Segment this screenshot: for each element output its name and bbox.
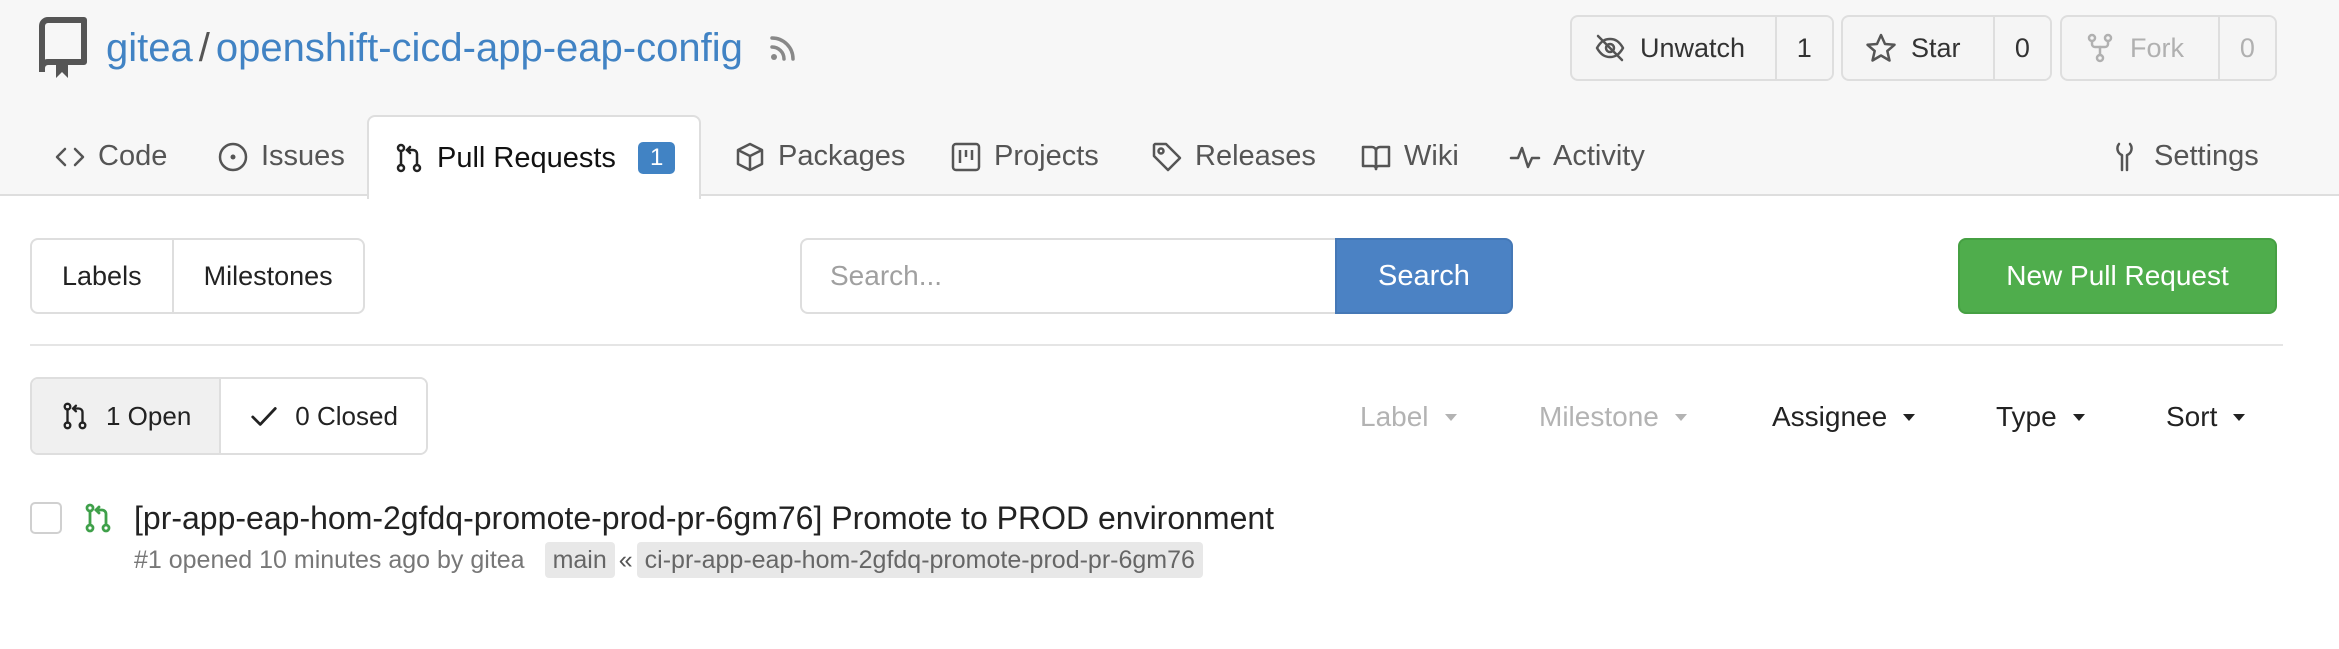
repo-tabs: Code Issues Pull Requests 1 Packages Pro…: [0, 115, 2339, 199]
chevron-down-icon: [1444, 413, 1457, 421]
sort-label: Sort: [2166, 401, 2218, 432]
open-prs-tab[interactable]: 1 Open: [32, 379, 220, 453]
closed-prs-tab[interactable]: 0 Closed: [219, 379, 426, 453]
book-icon: [1361, 145, 1391, 170]
chevron-down-icon: [1903, 413, 1916, 421]
pr-title-link[interactable]: [pr-app-eap-hom-2gfdq-promote-prod-pr-6g…: [134, 496, 1274, 540]
labels-button[interactable]: Labels: [32, 240, 172, 312]
package-icon: [736, 142, 764, 171]
label-filter-label: Label: [1360, 401, 1429, 432]
pulse-icon: [1509, 146, 1541, 168]
pull-request-icon: [396, 143, 422, 173]
chevron-down-icon: [2233, 413, 2246, 421]
labels-milestones-group: Labels Milestones: [30, 238, 365, 314]
tab-wiki-label: Wiki: [1404, 140, 1459, 172]
sort-dropdown[interactable]: Sort: [2166, 398, 2246, 436]
search-input[interactable]: [800, 238, 1337, 314]
type-filter-label: Type: [1996, 401, 2057, 432]
forks-count[interactable]: 0: [2217, 17, 2275, 79]
tab-packages-label: Packages: [778, 140, 906, 172]
fork-button[interactable]: Fork: [2062, 17, 2218, 79]
tag-icon: [1152, 142, 1182, 171]
fork-icon: [2087, 33, 2113, 63]
star-icon: [1866, 33, 1896, 62]
tab-wiki[interactable]: Wiki: [1360, 115, 1459, 198]
open-prs-label: 1 Open: [106, 400, 192, 431]
head-branch-label[interactable]: ci-pr-app-eap-hom-2gfdq-promote-prod-pr-…: [636, 542, 1203, 578]
type-filter-dropdown[interactable]: Type: [1996, 398, 2085, 436]
code-icon: [55, 147, 85, 166]
repo-name-link[interactable]: openshift-cicd-app-eap-config: [216, 22, 743, 74]
tab-activity[interactable]: Activity: [1509, 115, 1645, 198]
repo-icon: [36, 16, 90, 80]
tab-pull-requests-label: Pull Requests: [437, 141, 616, 174]
milestones-button[interactable]: Milestones: [171, 240, 363, 312]
tab-projects-label: Projects: [994, 140, 1099, 172]
tab-code[interactable]: Code: [54, 115, 167, 198]
unwatch-button-group: Unwatch 1: [1570, 15, 1834, 81]
fork-button-group: Fork 0: [2060, 15, 2277, 81]
milestone-filter-dropdown[interactable]: Milestone: [1539, 398, 1687, 436]
branch-arrow: «: [618, 546, 633, 574]
pull-request-item: [pr-app-eap-hom-2gfdq-promote-prod-pr-6g…: [30, 500, 2283, 590]
repo-header: gitea / openshift-cicd-app-eap-config Un…: [0, 0, 2339, 199]
project-icon: [951, 142, 981, 171]
pull-request-icon: [82, 502, 114, 534]
chevron-down-icon: [1674, 413, 1687, 421]
star-button[interactable]: Star: [1843, 17, 1993, 79]
pull-request-icon: [63, 402, 87, 430]
tab-issues[interactable]: Issues: [217, 115, 345, 198]
repo-title: gitea / openshift-cicd-app-eap-config: [106, 22, 801, 74]
assignee-filter-label: Assignee: [1772, 401, 1888, 432]
star-label: Star: [1911, 32, 1961, 63]
tab-settings[interactable]: Settings: [2110, 115, 2259, 198]
watchers-count[interactable]: 1: [1774, 17, 1832, 79]
base-branch-label[interactable]: main: [544, 542, 615, 578]
unwatch-label: Unwatch: [1640, 32, 1746, 63]
tab-packages[interactable]: Packages: [734, 115, 905, 198]
tab-pull-requests[interactable]: Pull Requests 1: [367, 115, 702, 199]
unwatch-button[interactable]: Unwatch: [1572, 17, 1775, 79]
tab-issues-label: Issues: [261, 140, 345, 172]
new-pull-request-button[interactable]: New Pull Request: [1958, 238, 2277, 314]
tools-icon: [2116, 142, 2133, 171]
rss-icon[interactable]: [765, 30, 801, 66]
tab-code-label: Code: [98, 140, 168, 172]
issue-icon: [218, 142, 248, 171]
fork-label: Fork: [2130, 32, 2184, 63]
divider: [30, 344, 2283, 346]
tab-projects[interactable]: Projects: [950, 115, 1099, 198]
pull-requests-count-badge: 1: [637, 142, 676, 174]
stars-count[interactable]: 0: [1992, 17, 2050, 79]
tab-activity-label: Activity: [1553, 140, 1645, 172]
chevron-down-icon: [2072, 413, 2085, 421]
star-button-group: Star 0: [1841, 15, 2052, 81]
pr-state-tabs: 1 Open 0 Closed: [30, 377, 428, 455]
pr-meta-text: #1 opened 10 minutes ago by gitea: [134, 546, 525, 574]
pr-meta: #1 opened 10 minutes ago by gitea main «…: [134, 542, 1203, 578]
label-filter-dropdown[interactable]: Label: [1360, 398, 1457, 436]
search-button[interactable]: Search: [1335, 238, 1513, 314]
tab-releases-label: Releases: [1195, 140, 1316, 172]
closed-prs-label: 0 Closed: [295, 400, 398, 431]
pr-select-checkbox[interactable]: [30, 502, 62, 534]
assignee-filter-dropdown[interactable]: Assignee: [1772, 398, 1916, 436]
repo-path-separator: /: [198, 26, 210, 70]
check-icon: [251, 407, 277, 426]
eye-slash-icon: [1595, 34, 1625, 62]
tab-releases[interactable]: Releases: [1151, 115, 1316, 198]
milestone-filter-label: Milestone: [1539, 401, 1659, 432]
repo-owner-link[interactable]: gitea: [106, 22, 193, 74]
tab-settings-label: Settings: [2154, 140, 2259, 172]
